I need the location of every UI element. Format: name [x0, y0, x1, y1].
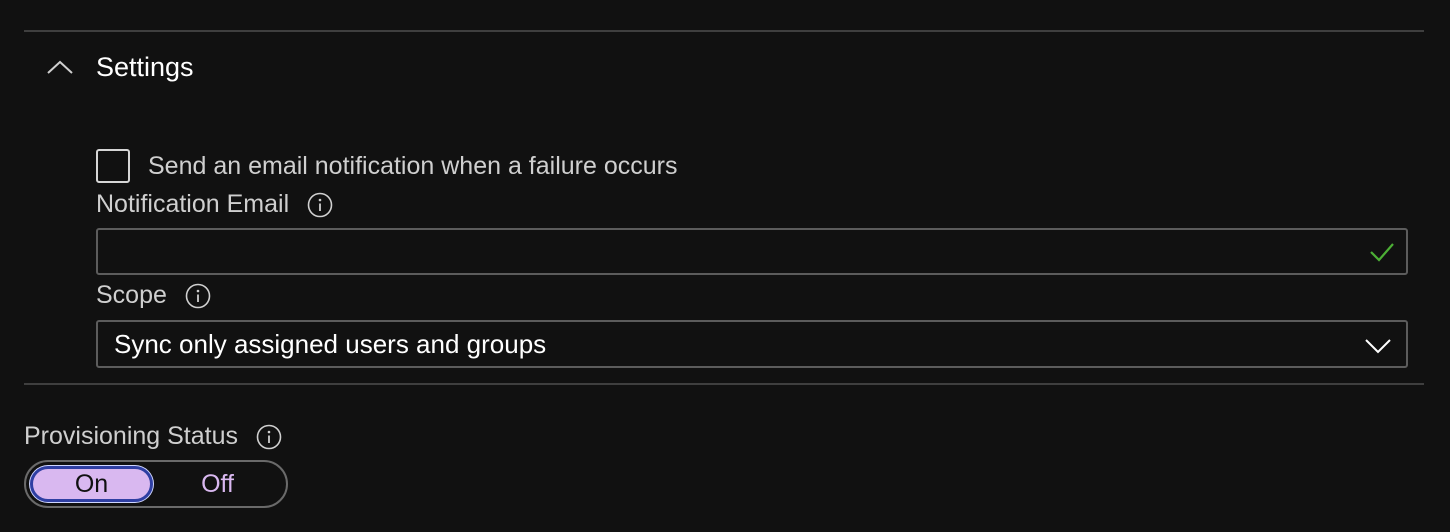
notification-email-input[interactable] [98, 230, 1348, 273]
scope-selected-value: Sync only assigned users and groups [114, 328, 547, 359]
provisioning-settings-page: Settings Send an email notification when… [0, 0, 1450, 532]
section-divider-bottom [24, 383, 1424, 385]
notification-email-label-row: Notification Email [96, 190, 333, 219]
chevron-up-icon[interactable] [40, 47, 80, 87]
section-divider-top [24, 30, 1424, 32]
info-icon[interactable] [256, 424, 282, 450]
chevron-down-icon [1364, 332, 1392, 360]
checkmark-icon [1368, 238, 1396, 266]
provisioning-status-toggle[interactable]: On Off [24, 460, 288, 508]
toggle-off-option[interactable]: Off [153, 466, 282, 502]
provisioning-status-label: Provisioning Status [24, 422, 239, 450]
toggle-on-option[interactable]: On [30, 466, 154, 502]
email-notification-checkbox-row[interactable]: Send an email notification when a failur… [96, 149, 677, 183]
scope-label: Scope [96, 281, 167, 309]
info-icon[interactable] [307, 192, 333, 218]
settings-section-title: Settings [96, 51, 194, 82]
email-notification-checkbox[interactable] [96, 149, 130, 183]
notification-email-label: Notification Email [96, 190, 290, 218]
settings-section-header[interactable]: Settings [40, 44, 194, 90]
scope-label-row: Scope [96, 281, 211, 310]
info-icon[interactable] [185, 283, 211, 309]
notification-email-field[interactable] [96, 228, 1408, 275]
provisioning-status-label-row: Provisioning Status [24, 422, 282, 451]
scope-dropdown[interactable]: Sync only assigned users and groups [96, 320, 1408, 368]
email-notification-checkbox-label: Send an email notification when a failur… [148, 151, 678, 180]
